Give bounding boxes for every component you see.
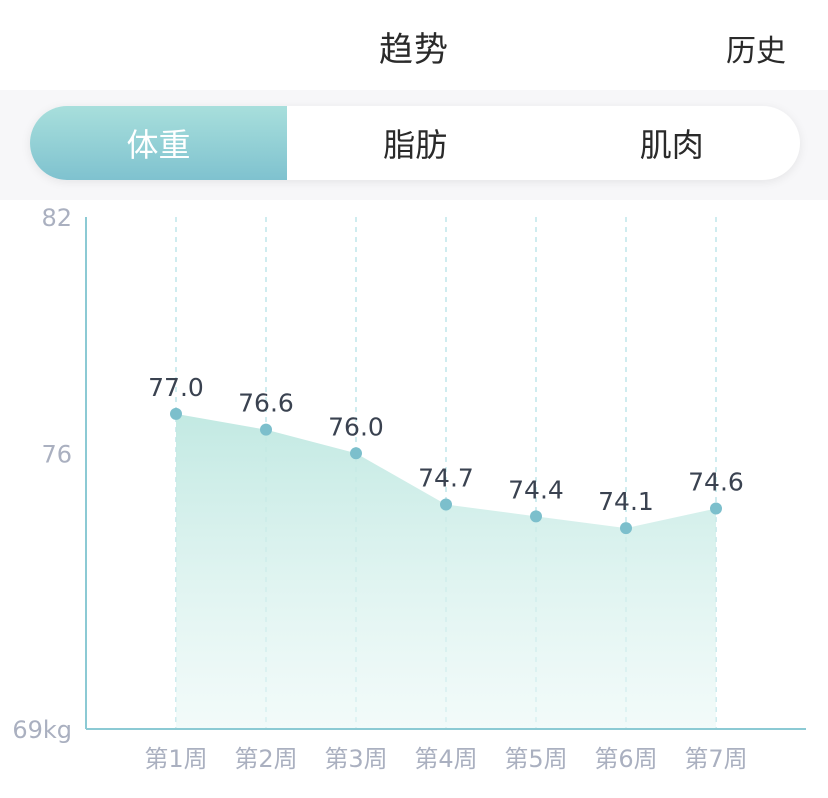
data-label: 76.0 <box>328 412 384 441</box>
nav-bar: 趋势 历史 <box>0 0 828 90</box>
x-tick-label: 第2周 <box>234 745 297 773</box>
data-point[interactable] <box>620 522 632 535</box>
data-point[interactable] <box>350 447 362 460</box>
trend-chart: 82 76 69kg 第1周 第2周 第3周 第4周 第5周 第6周 第7周 77.0 76.6 76… <box>0 200 828 794</box>
data-point[interactable] <box>440 498 452 511</box>
tab-area: 体重 脂肪 肌肉 <box>0 90 828 200</box>
data-point[interactable] <box>170 407 182 420</box>
data-point[interactable] <box>530 510 542 523</box>
data-label: 74.1 <box>598 487 654 516</box>
data-label: 74.4 <box>508 475 564 504</box>
y-tick-label: 76 <box>41 440 72 468</box>
x-tick-label: 第6周 <box>594 745 657 773</box>
x-tick-label: 第1周 <box>144 745 207 773</box>
data-label: 74.6 <box>688 467 744 496</box>
y-tick-label: 82 <box>41 204 72 232</box>
x-tick-label: 第3周 <box>324 745 387 773</box>
data-label: 74.7 <box>418 464 474 493</box>
tab-muscle[interactable]: 肌肉 <box>544 106 801 180</box>
tab-weight[interactable]: 体重 <box>30 106 287 180</box>
data-point[interactable] <box>260 423 272 436</box>
data-point[interactable] <box>710 502 722 515</box>
x-tick-label: 第4周 <box>414 745 477 773</box>
x-tick-label: 第7周 <box>684 745 747 773</box>
y-tick-label: 69kg <box>12 716 72 744</box>
data-label: 77.0 <box>148 373 204 402</box>
x-tick-label: 第5周 <box>504 745 567 773</box>
tab-fat[interactable]: 脂肪 <box>287 106 544 180</box>
history-button[interactable]: 历史 <box>726 26 786 70</box>
page-title: 趋势 <box>379 30 449 70</box>
data-label: 76.6 <box>238 389 294 418</box>
weight-area-chart: 82 76 69kg 第1周 第2周 第3周 第4周 第5周 第6周 第7周 77.0 76.6 76… <box>12 204 806 773</box>
metric-segmented-control: 体重 脂肪 肌肉 <box>30 106 800 180</box>
